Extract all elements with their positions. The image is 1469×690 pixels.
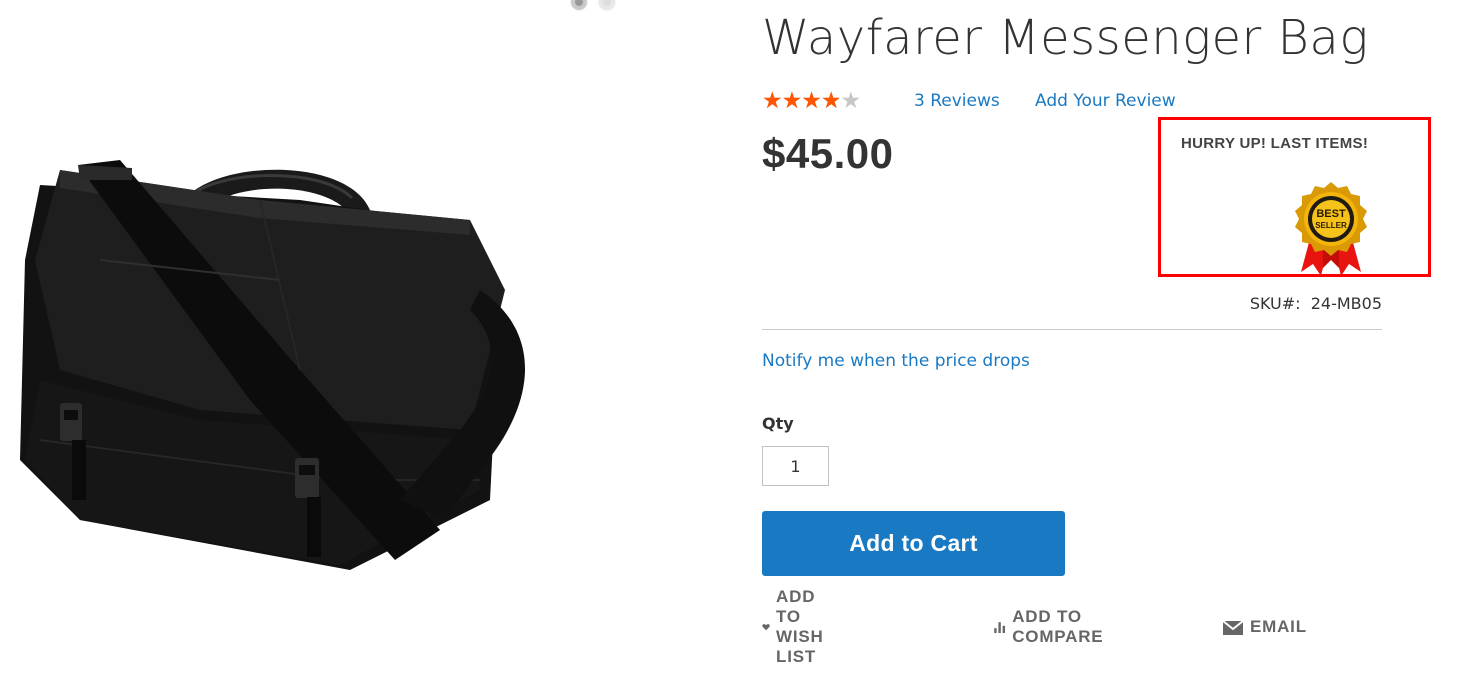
best-seller-badge-icon: BEST SELLER (1295, 182, 1367, 276)
sku-label: SKU#: (1249, 294, 1301, 313)
divider (762, 329, 1382, 330)
rating-stars: ★★★★★ ★★★★★ (762, 89, 872, 113)
compare-label: ADD TO COMPARE (1012, 607, 1104, 646)
badge-line2: SELLER (1315, 221, 1347, 230)
email-link[interactable]: EMAIL (1222, 612, 1307, 642)
qty-input[interactable] (762, 446, 829, 486)
add-to-cart-button[interactable]: Add to Cart (762, 511, 1065, 576)
product-image[interactable] (0, 140, 560, 590)
compare-bars-icon (994, 622, 1006, 634)
gallery-dot-2[interactable] (599, 0, 615, 10)
price-alert-link[interactable]: Notify me when the price drops (762, 348, 1030, 374)
envelope-icon (1222, 620, 1244, 635)
gallery-dot-1[interactable] (571, 0, 587, 10)
reviews-link[interactable]: 3 Reviews (914, 88, 1000, 114)
add-to-compare-link[interactable]: ADD TO COMPARE (993, 607, 1112, 646)
product-page: Wayfarer Messenger Bag ★★★★★ ★★★★★ 3 Rev… (0, 0, 1469, 690)
product-price: $45.00 (762, 130, 894, 177)
product-rating: ★★★★★ ★★★★★ (762, 88, 872, 114)
wishlist-label: ADD TO WISH LIST (776, 587, 824, 666)
add-to-wishlist-link[interactable]: ADD TO WISH LIST (762, 587, 838, 666)
sku-line: SKU#: 24-MB05 (1160, 292, 1382, 316)
sku-value: 24-MB05 (1310, 294, 1382, 313)
rating-stars-filled: ★★★★★ (762, 89, 839, 113)
gallery-nav-dots (565, 0, 625, 10)
product-title: Wayfarer Messenger Bag (762, 10, 1369, 66)
promo-box: HURRY UP! LAST ITEMS! BEST SELLER (1158, 117, 1431, 277)
promo-title: HURRY UP! LAST ITEMS! (1181, 135, 1369, 152)
add-review-link[interactable]: Add Your Review (1035, 88, 1176, 114)
heart-icon (762, 624, 770, 631)
product-gallery (0, 0, 700, 690)
badge-line1: BEST (1316, 208, 1346, 220)
email-label: EMAIL (1250, 617, 1307, 636)
qty-label: Qty (762, 414, 794, 433)
